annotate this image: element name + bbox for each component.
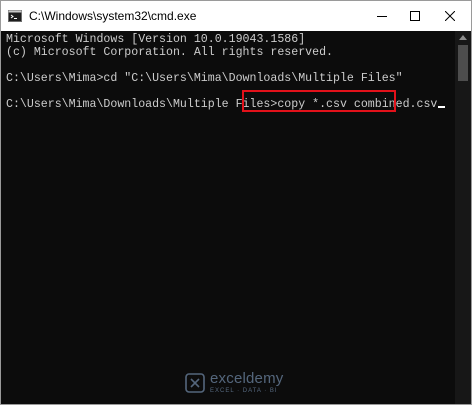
exceldemy-logo-icon bbox=[185, 373, 205, 393]
close-icon bbox=[445, 11, 455, 21]
command-highlight-box bbox=[242, 90, 396, 112]
prompt-path: C:\Users\Mima\Downloads\Multiple Files> bbox=[6, 98, 278, 111]
console-line-copyright: (c) Microsoft Corporation. All rights re… bbox=[6, 46, 333, 59]
window-title: C:\Windows\system32\cmd.exe bbox=[29, 9, 197, 23]
vertical-scrollbar[interactable] bbox=[455, 31, 471, 404]
maximize-icon bbox=[410, 11, 420, 21]
watermark-name: exceldemy bbox=[210, 370, 284, 387]
console-line-cd-command: C:\Users\Mima>cd "C:\Users\Mima\Download… bbox=[6, 72, 403, 85]
title-bar[interactable]: C:\Windows\system32\cmd.exe bbox=[1, 1, 471, 31]
close-button[interactable] bbox=[428, 1, 471, 31]
text-cursor bbox=[438, 106, 446, 108]
minimize-icon bbox=[377, 16, 387, 17]
console-area[interactable]: Microsoft Windows [Version 10.0.19043.15… bbox=[1, 31, 455, 404]
watermark-tagline: EXCEL · DATA · BI bbox=[210, 388, 278, 394]
scroll-up-arrow-icon[interactable] bbox=[459, 35, 467, 40]
cmd-window: C:\Windows\system32\cmd.exe Microsoft Wi… bbox=[0, 0, 472, 405]
console-line-version: Microsoft Windows [Version 10.0.19043.15… bbox=[6, 33, 306, 46]
watermark: exceldemy EXCEL · DATA · BI bbox=[185, 371, 284, 395]
scroll-thumb[interactable] bbox=[458, 45, 468, 81]
cmd-icon bbox=[8, 10, 22, 22]
